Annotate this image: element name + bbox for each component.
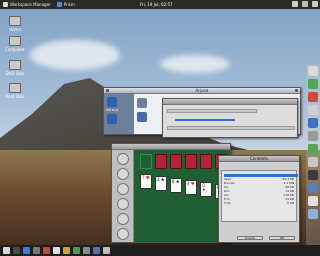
trash-icon[interactable] (103, 247, 110, 254)
dock-app-icon[interactable] (308, 170, 318, 180)
card-back[interactable] (185, 154, 197, 169)
dock-app-icon[interactable] (308, 118, 318, 128)
info-body: Appl 59.4 KB Bundle 1.2 MB Src 58 KB Doc 14 … (219, 162, 299, 242)
cancel-button[interactable]: Cancel (237, 236, 263, 240)
path-field[interactable] (167, 109, 257, 113)
music-icon[interactable] (73, 247, 80, 254)
card-back[interactable] (155, 154, 167, 169)
window-title: Arjuna (195, 88, 209, 93)
quit-icon[interactable] (116, 228, 129, 240)
card-rank: 7 (142, 175, 145, 180)
app-switcher-label: Prism (63, 2, 75, 7)
tableau-card[interactable]: 4 ♥ (185, 180, 197, 195)
editor-icon[interactable] (53, 247, 60, 254)
desktop-icon-home[interactable]: Home (2, 16, 28, 32)
dock-app-icon[interactable] (308, 196, 318, 206)
card-suit: ♥ (145, 175, 150, 180)
close-icon[interactable] (106, 89, 109, 92)
list-item[interactable]: Tmp 0 KB (224, 201, 294, 205)
volume-icon[interactable] (302, 1, 308, 7)
dock-app-icon[interactable] (308, 209, 318, 219)
calendar-icon[interactable] (93, 247, 100, 254)
ok-button[interactable]: OK (269, 236, 295, 240)
tableau-card[interactable]: 7 ♥ (140, 174, 152, 189)
solitaire-window: 7 ♥ 2 ♠ 6 ♠ 4 ♥ Q ♦ 8 ♠ (111, 143, 231, 243)
desktop-icon-label: Home (9, 27, 21, 32)
card-suit: ♥ (190, 181, 195, 186)
app-icon (56, 2, 62, 7)
dock-app-icon[interactable] (308, 144, 318, 154)
folder-icon[interactable] (137, 112, 147, 122)
folder-icon[interactable] (137, 98, 147, 108)
files-icon[interactable] (33, 247, 40, 254)
right-dock (306, 64, 320, 249)
app-switcher[interactable]: Prism (54, 0, 78, 9)
card-back[interactable] (200, 154, 212, 169)
progress-bar (175, 119, 235, 121)
workspace-menu-label: Workspace Manager (10, 2, 51, 7)
window-title: Contents (250, 156, 268, 161)
dock-app-icon[interactable] (308, 92, 318, 102)
info-list[interactable]: Appl 59.4 KB Bundle 1.2 MB Src 58 KB Doc 14 … (221, 170, 298, 222)
drive-icon[interactable] (107, 114, 117, 124)
options-icon[interactable] (116, 213, 129, 225)
tableau-card[interactable]: Q ♦ (200, 182, 212, 197)
card-suit: ♠ (160, 177, 165, 182)
computer-icon (9, 36, 21, 46)
solitaire-toolbar (112, 150, 134, 242)
workspace-menu[interactable]: Workspace Manager (0, 0, 54, 9)
deal-icon[interactable] (116, 198, 129, 210)
dvd-icon (9, 60, 21, 70)
browser-icon[interactable] (23, 247, 30, 254)
app-launcher-icon[interactable] (3, 247, 10, 254)
card-back[interactable] (170, 154, 182, 169)
power-icon[interactable] (312, 1, 318, 7)
desktop-icon-root[interactable]: Root Disk (2, 83, 28, 99)
desktop-icon-label: DVD Disk (5, 71, 25, 76)
sidebar-label: IDE Disk (106, 108, 119, 112)
desktop-icon-label: Computer (5, 47, 25, 52)
minimize-icon[interactable] (295, 89, 298, 92)
tableau-card[interactable]: 2 ♠ (155, 176, 167, 191)
drive-icon[interactable] (107, 97, 117, 107)
prefs-window (162, 98, 298, 138)
menu-icon (3, 2, 8, 7)
prefs-titlebar[interactable] (163, 99, 297, 105)
card-rank: 6 (172, 179, 175, 184)
foundation-slot[interactable] (140, 154, 152, 169)
dock-app-icon[interactable] (308, 157, 318, 167)
settings-icon[interactable] (43, 247, 50, 254)
network-icon[interactable] (292, 1, 298, 7)
tableau-card[interactable]: 6 ♠ (170, 178, 182, 193)
top-panel: Workspace Manager Prism Fri, 19 Jul, 02:… (0, 0, 320, 9)
panel-clock[interactable]: Fri, 19 Jul, 02:57 (140, 0, 173, 9)
mail-icon[interactable] (63, 247, 70, 254)
photos-icon[interactable] (83, 247, 90, 254)
dock-app-icon[interactable] (308, 183, 318, 193)
new-game-icon[interactable] (116, 153, 129, 165)
dock-app-icon[interactable] (308, 79, 318, 89)
status-field (167, 126, 295, 130)
info-window: Contents Appl 59.4 KB Bundle 1.2 MB Src 58 … (218, 155, 300, 243)
dock-app-icon[interactable] (308, 66, 318, 76)
hint-icon[interactable] (116, 183, 129, 195)
info-selection (224, 174, 298, 177)
dock-app-icon[interactable] (308, 105, 318, 115)
terminal-icon[interactable] (13, 247, 20, 254)
card-suit: ♠ (175, 179, 180, 184)
dock-app-icon[interactable] (308, 131, 318, 141)
desktop-icon-computer[interactable]: Computer (2, 36, 28, 52)
desktop-icon-dvd[interactable]: DVD Disk (2, 60, 28, 76)
disk-icon (9, 83, 21, 93)
card-table: 7 ♥ 2 ♠ 6 ♠ 4 ♥ Q ♦ 8 ♠ (134, 150, 230, 242)
card-suit: ♦ (202, 187, 206, 192)
undo-icon[interactable] (116, 168, 129, 180)
desktop-icon-label: Root Disk (5, 94, 25, 99)
arjuna-sidebar: IDE Disk (104, 94, 134, 134)
card-rank: 4 (187, 181, 190, 186)
tray (292, 1, 318, 7)
home-icon (9, 16, 21, 26)
card-rank: 2 (157, 177, 160, 182)
bottom-panel (0, 245, 320, 256)
